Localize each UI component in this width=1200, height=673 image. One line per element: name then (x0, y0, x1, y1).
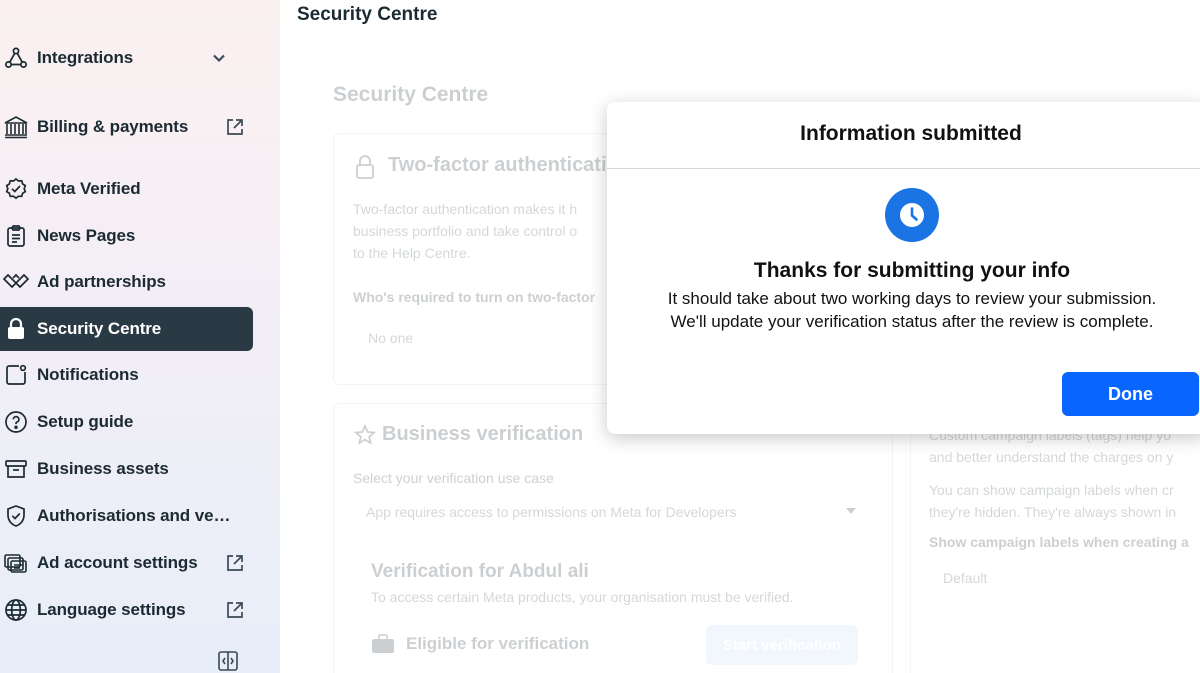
sidebar-item-integrations[interactable]: Integrations (0, 36, 253, 80)
done-button[interactable]: Done (1062, 372, 1199, 416)
briefcase-icon (371, 634, 395, 654)
clock-icon (885, 188, 939, 242)
star-icon (353, 423, 377, 446)
sidebar-item-language-settings[interactable]: Language settings (0, 588, 253, 632)
campaign-labels-line: You can show campaign labels when cr (929, 482, 1174, 498)
two-factor-required-value[interactable]: No one (368, 327, 413, 349)
sidebar-item-label: Security Centre (37, 319, 162, 338)
verified-badge-icon (2, 175, 30, 203)
business-verification-title: Business verification (382, 423, 584, 445)
two-factor-required-label: Who's required to turn on two-factor (353, 289, 596, 305)
collapse-sidebar-icon[interactable] (217, 650, 239, 672)
sidebar-item-ad-partnerships[interactable]: Ad partnerships (0, 260, 253, 304)
sidebar-item-label: News Pages (37, 226, 136, 245)
globe-icon (2, 596, 30, 624)
sidebar-item-notifications[interactable]: Notifications (0, 353, 253, 397)
sidebar: Integrations Billing & payments Meta Ver… (0, 0, 280, 673)
verification-title: Verification for Abdul ali (371, 561, 589, 582)
chevron-down-icon[interactable] (209, 48, 229, 68)
sidebar-item-label: Ad account settings (37, 553, 198, 572)
chevron-down-icon (844, 504, 858, 523)
use-case-select[interactable]: App requires access to permissions on Me… (366, 501, 736, 523)
sidebar-item-label: Language settings (37, 600, 186, 619)
sidebar-item-setup-guide[interactable]: Setup guide (0, 400, 253, 444)
eligible-label: Eligible for verification (406, 634, 590, 653)
sidebar-item-news-pages[interactable]: News Pages (0, 214, 253, 258)
sidebar-item-label: Business assets (37, 459, 169, 478)
campaign-labels-line: and better understand the charges on y (929, 449, 1174, 465)
dialog-body-line: We'll update your verification status af… (670, 312, 1154, 331)
campaign-labels-card: Custom campaign labels (tags) help yo an… (910, 403, 1200, 673)
two-factor-desc-line: Two-factor authentication makes it h (353, 201, 578, 217)
question-circle-icon (2, 408, 30, 436)
sidebar-item-label: Authorisations and ver… (37, 506, 235, 525)
show-campaign-labels-label: Show campaign labels when creating a (929, 534, 1189, 550)
bank-icon (2, 113, 30, 141)
handshake-icon (2, 268, 30, 296)
information-submitted-dialog: Information submitted Thanks for submitt… (607, 102, 1200, 434)
campaign-labels-line: they're hidden. They're always shown in (929, 504, 1177, 520)
verification-desc: To access certain Meta products, your or… (371, 589, 794, 605)
external-link-icon (225, 117, 245, 137)
shield-check-icon (2, 502, 30, 530)
dialog-title: Information submitted (800, 122, 1022, 145)
sidebar-item-label: Ad partnerships (37, 272, 166, 291)
section-title: Security Centre (333, 83, 489, 106)
sidebar-item-label: Billing & payments (37, 117, 189, 136)
sidebar-item-ad-account-settings[interactable]: Ad account settings (0, 541, 253, 585)
clipboard-icon (2, 222, 30, 250)
business-verification-card: Business verification Select your verifi… (333, 403, 893, 673)
dialog-body-line: It should take about two working days to… (667, 289, 1157, 308)
ad-accounts-icon (2, 549, 30, 577)
sidebar-item-label: Meta Verified (37, 179, 141, 198)
help-centre-link[interactable]: to the Help Centre. (353, 242, 471, 264)
sidebar-item-business-assets[interactable]: Business assets (0, 447, 253, 491)
archive-box-icon (2, 455, 30, 483)
sidebar-item-billing[interactable]: Billing & payments (0, 105, 253, 149)
two-factor-desc-line: business portfolio and take control o (353, 223, 578, 239)
notification-icon (2, 361, 30, 389)
dialog-heading: Thanks for submitting your info (753, 259, 1071, 282)
show-campaign-labels-value[interactable]: Default (943, 567, 987, 589)
sidebar-item-label: Setup guide (37, 412, 134, 431)
external-link-icon (225, 553, 245, 573)
lock-icon (2, 315, 30, 343)
sidebar-item-authorisations[interactable]: Authorisations and ver… (0, 494, 253, 538)
lock-icon (354, 154, 376, 180)
sidebar-item-label: Notifications (37, 365, 139, 384)
dialog-divider (607, 168, 1200, 169)
sidebar-item-meta-verified[interactable]: Meta Verified (0, 167, 253, 211)
integrations-icon (2, 44, 30, 72)
sidebar-item-label: Integrations (37, 48, 134, 67)
external-link-icon (225, 600, 245, 620)
two-factor-title: Two-factor authenticatio (388, 154, 619, 176)
sidebar-item-security-centre[interactable]: Security Centre (0, 307, 253, 351)
start-verification-button[interactable]: Start verification (706, 625, 858, 665)
use-case-label: Select your verification use case (353, 470, 554, 486)
